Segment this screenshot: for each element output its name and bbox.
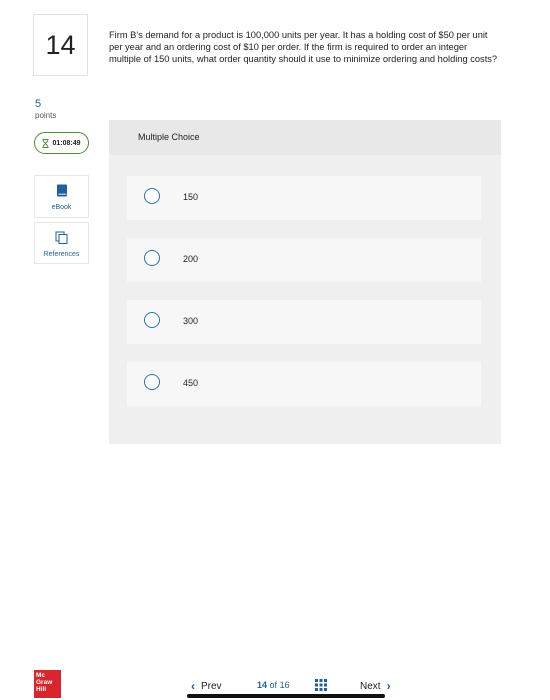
question-number: 14 <box>45 29 76 60</box>
answer-option[interactable]: 450 <box>127 362 481 406</box>
ebook-button[interactable]: eBook <box>34 175 89 218</box>
logo-line: Graw <box>36 679 53 686</box>
radio-button[interactable] <box>144 374 160 390</box>
timer-badge[interactable]: 01:08:49 <box>34 132 89 154</box>
multiple-choice-panel: Multiple Choice 150 200 300 450 <box>109 120 501 444</box>
current-page: 14 <box>257 680 268 690</box>
documents-icon <box>55 231 68 246</box>
page-indicator[interactable]: 14 of 16 <box>257 680 290 690</box>
answer-option[interactable]: 300 <box>127 300 481 344</box>
prev-button[interactable]: ‹ Prev <box>191 679 222 693</box>
question-number-box: 14 <box>33 14 88 76</box>
of-label: of <box>269 680 278 690</box>
points-value: 5 <box>35 98 42 110</box>
next-button[interactable]: Next › <box>360 679 391 693</box>
hourglass-icon <box>42 138 49 148</box>
multiple-choice-header: Multiple Choice <box>109 120 501 155</box>
radio-button[interactable] <box>144 250 160 266</box>
book-icon <box>56 184 68 199</box>
references-label: References <box>43 251 80 258</box>
radio-button[interactable] <box>144 188 160 204</box>
chevron-left-icon: ‹ <box>191 679 195 693</box>
multiple-choice-title: Multiple Choice <box>138 132 200 142</box>
references-button[interactable]: References <box>34 222 89 264</box>
answer-option[interactable]: 200 <box>127 238 481 282</box>
prev-label: Prev <box>201 680 222 692</box>
answer-option[interactable]: 150 <box>127 176 481 220</box>
logo-line: Hill <box>36 686 47 693</box>
answer-option-label: 200 <box>183 254 199 264</box>
ebook-label: eBook <box>51 204 72 211</box>
answer-option-label: 150 <box>183 192 199 202</box>
logo-line: Mc <box>36 672 46 679</box>
mcgraw-hill-logo: Mc Graw Hill <box>34 670 61 698</box>
chevron-right-icon: › <box>386 679 391 693</box>
timer-value: 01:08:49 <box>52 139 81 147</box>
points-label: points <box>35 111 57 120</box>
next-label: Next <box>360 680 381 692</box>
total-pages: 16 <box>279 680 290 690</box>
answer-option-label: 450 <box>183 378 199 388</box>
answer-option-label: 300 <box>183 316 199 326</box>
question-text: Firm B's demand for a product is 100,000… <box>109 30 498 64</box>
home-indicator-bar <box>187 694 385 698</box>
radio-button[interactable] <box>144 312 160 328</box>
